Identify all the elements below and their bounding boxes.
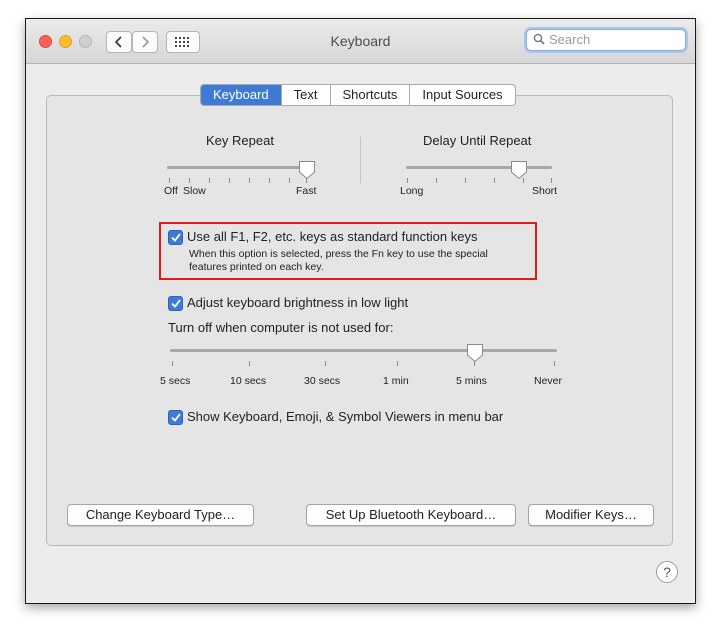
function-keys-checkbox[interactable]	[168, 230, 183, 245]
title-bar: Keyboard	[26, 19, 695, 64]
search-icon	[533, 33, 545, 45]
key-repeat-min-label: Off	[164, 185, 178, 197]
turn-off-tick-label: 5 secs	[160, 375, 191, 387]
key-repeat-tick	[269, 178, 270, 183]
delay-tick	[551, 178, 552, 183]
checkmark-icon	[170, 233, 181, 242]
tab-input-sources[interactable]: Input Sources	[409, 85, 514, 105]
turn-off-tick-label: Never	[534, 375, 563, 387]
change-keyboard-type-button[interactable]: Change Keyboard Type…	[67, 504, 254, 526]
key-repeat-tick	[289, 178, 290, 183]
section-divider	[360, 137, 361, 183]
viewers-checkbox[interactable]	[168, 410, 183, 425]
turn-off-tick-label: 1 min	[383, 375, 409, 387]
help-button[interactable]: ?	[656, 561, 678, 583]
key-repeat-track[interactable]	[167, 166, 307, 169]
brightness-label[interactable]: Adjust keyboard brightness in low light	[187, 295, 408, 310]
turn-off-tick-label: 5 mins	[456, 375, 487, 387]
key-repeat-tick	[209, 178, 210, 183]
preferences-window: Keyboard Keyboard Text Shortcuts Input S…	[25, 18, 696, 604]
turn-off-tick-label: 30 secs	[304, 375, 341, 387]
search-field[interactable]	[526, 29, 686, 51]
delay-tick	[494, 178, 495, 183]
checkmark-icon	[170, 413, 181, 422]
function-keys-label[interactable]: Use all F1, F2, etc. keys as standard fu…	[187, 229, 477, 244]
turn-off-tick	[554, 361, 555, 366]
turn-off-track[interactable]	[170, 349, 557, 352]
delay-tick	[407, 178, 408, 183]
tab-text[interactable]: Text	[280, 85, 330, 105]
turn-off-tick	[249, 361, 250, 366]
key-repeat-low-label: Slow	[183, 185, 206, 197]
key-repeat-slider-knob[interactable]	[298, 160, 316, 180]
key-repeat-tick	[169, 178, 170, 183]
checkmark-icon	[170, 299, 181, 308]
delay-min-label: Long	[400, 185, 424, 197]
key-repeat-title: Key Repeat	[206, 133, 274, 148]
tab-shortcuts[interactable]: Shortcuts	[329, 85, 410, 105]
function-keys-description-line2: features printed on each key.	[189, 261, 324, 273]
tab-keyboard[interactable]: Keyboard	[201, 85, 281, 105]
function-keys-description-line1: When this option is selected, press the …	[189, 248, 488, 260]
key-repeat-max-label: Fast	[296, 185, 317, 197]
turn-off-label: Turn off when computer is not used for:	[168, 320, 394, 335]
delay-tick	[465, 178, 466, 183]
key-repeat-tick	[249, 178, 250, 183]
setup-bluetooth-keyboard-button[interactable]: Set Up Bluetooth Keyboard…	[306, 504, 516, 526]
turn-off-tick	[325, 361, 326, 366]
delay-max-label: Short	[532, 185, 558, 197]
key-repeat-tick	[189, 178, 190, 183]
turn-off-tick	[172, 361, 173, 366]
key-repeat-tick	[229, 178, 230, 183]
brightness-checkbox[interactable]	[168, 296, 183, 311]
tab-bar: Keyboard Text Shortcuts Input Sources	[200, 84, 516, 106]
turn-off-tick	[397, 361, 398, 366]
modifier-keys-button[interactable]: Modifier Keys…	[528, 504, 654, 526]
viewers-label[interactable]: Show Keyboard, Emoji, & Symbol Viewers i…	[187, 409, 503, 424]
delay-until-repeat-title: Delay Until Repeat	[423, 133, 532, 148]
delay-until-repeat-track[interactable]	[406, 166, 552, 169]
turn-off-slider-knob[interactable]	[466, 343, 484, 363]
delay-tick	[436, 178, 437, 183]
search-input[interactable]	[549, 31, 679, 48]
delay-until-repeat-slider-knob[interactable]	[510, 160, 528, 180]
turn-off-tick-label: 10 secs	[230, 375, 267, 387]
